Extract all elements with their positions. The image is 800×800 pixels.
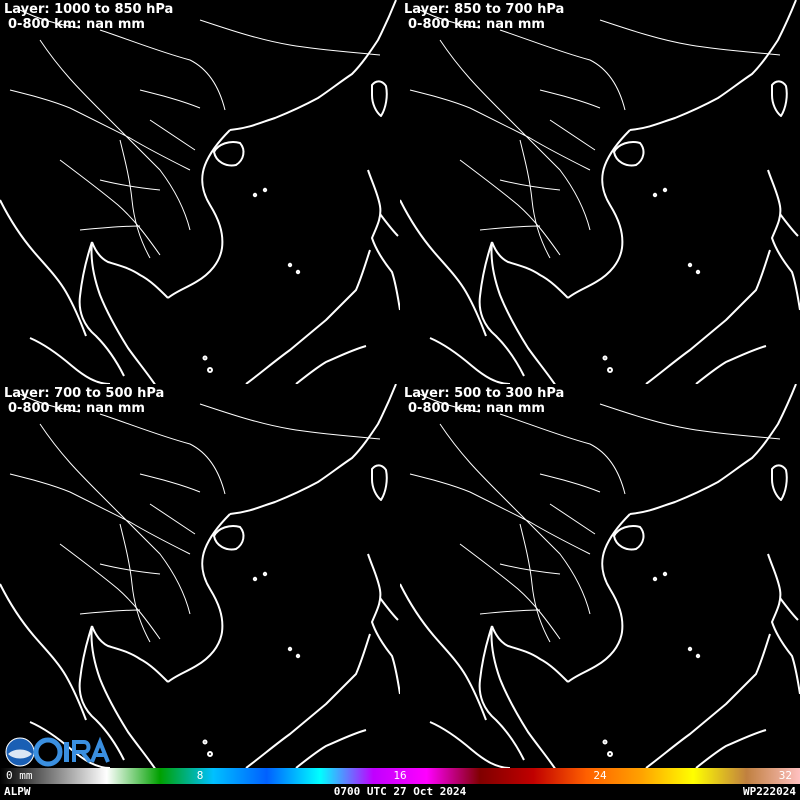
colorbar-tick-label: 16 [393, 769, 407, 782]
colorbar-tick-label: 0 mm [6, 769, 33, 782]
coastline-map [400, 384, 800, 768]
panel-subtitle: 0-800 km: nan mm [408, 401, 545, 416]
panel-subtitle: 0-800 km: nan mm [8, 17, 145, 32]
coastline-map [0, 0, 400, 384]
colorbar-tick-label: 32 [778, 769, 792, 782]
panel-title: Layer: 850 to 700 hPa [404, 2, 565, 17]
footer-bar: ALPW 0700 UTC 27 Oct 2024 WP222024 [0, 784, 800, 800]
panel-title: Layer: 500 to 300 hPa [404, 386, 565, 401]
map-panel-1000-850: Layer: 1000 to 850 hPa 0-800 km: nan mm [0, 0, 400, 384]
panel-subtitle: 0-800 km: nan mm [408, 17, 545, 32]
coastline-map [400, 0, 800, 384]
coastline-map [0, 384, 400, 768]
map-panel-700-500: Layer: 700 to 500 hPa 0-800 km: nan mm [0, 384, 400, 768]
panel-title: Layer: 1000 to 850 hPa [4, 2, 174, 17]
panel-subtitle: 0-800 km: nan mm [8, 401, 145, 416]
panel-title: Layer: 700 to 500 hPa [4, 386, 165, 401]
storm-id-label: WP222024 [743, 785, 796, 798]
map-panel-500-300: Layer: 500 to 300 hPa 0-800 km: nan mm [400, 384, 800, 768]
colorbar-tick-label: 24 [593, 769, 607, 782]
timestamp-label: 0700 UTC 27 Oct 2024 [333, 785, 467, 798]
map-panel-850-700: Layer: 850 to 700 hPa 0-800 km: nan mm [400, 0, 800, 384]
noaa-cira-logo-icon [5, 736, 110, 767]
colorbar-tick-label: 8 [196, 769, 204, 782]
colorbar: 0 mm 8 16 24 32 [0, 768, 800, 784]
panel-grid: Layer: 1000 to 850 hPa 0-800 km: nan mm … [0, 0, 800, 768]
